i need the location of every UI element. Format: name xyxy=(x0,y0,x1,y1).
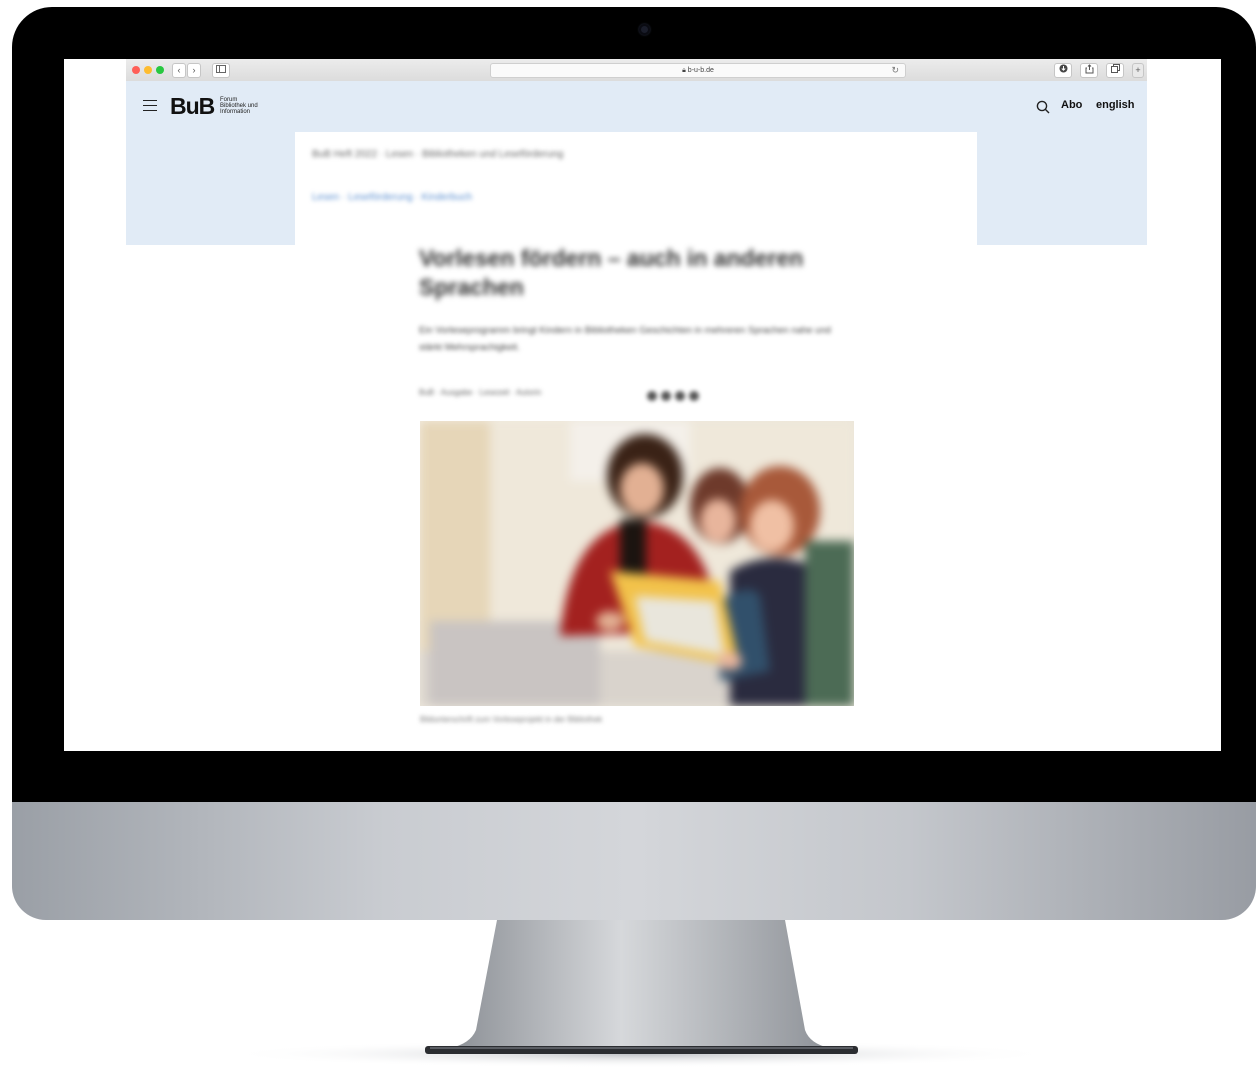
download-icon xyxy=(1059,64,1067,73)
tabs-button[interactable] xyxy=(1106,63,1124,78)
language-switch-link[interactable]: english xyxy=(1096,99,1135,111)
browser-toolbar: ‹ › 🔒︎ b-u-b.de ↻ + xyxy=(126,59,1147,82)
screen: ‹ › 🔒︎ b-u-b.de ↻ + BuB Forum Bibliothek… xyxy=(64,59,1221,751)
hero-photo xyxy=(420,421,854,706)
tabs-icon xyxy=(1110,64,1120,73)
article-lead: Ein Vorleseprogramm bringt Kindern in Bi… xyxy=(419,325,831,353)
logo-subtitle-line: Information xyxy=(220,109,251,115)
search-icon[interactable] xyxy=(1036,100,1050,114)
sidebar-icon xyxy=(216,65,226,73)
zoom-window-button[interactable] xyxy=(156,66,164,74)
share-icons[interactable] xyxy=(647,388,703,406)
back-button[interactable]: ‹ xyxy=(172,63,186,78)
breadcrumb[interactable]: BuB Heft 2022 · Lesen · Bibliotheken und… xyxy=(312,149,563,160)
article-title: Vorlesen fördern – auch in anderen Sprac… xyxy=(419,245,804,300)
monitor-chin xyxy=(12,802,1256,920)
logo-subtitle: Forum Bibliothek und Information xyxy=(220,97,258,115)
forward-button[interactable]: › xyxy=(187,63,201,78)
download-button[interactable] xyxy=(1054,63,1072,78)
menu-icon[interactable] xyxy=(143,100,157,112)
reload-icon[interactable]: ↻ xyxy=(891,64,899,77)
monitor-stand xyxy=(220,920,1060,1068)
url-text: b-u-b.de xyxy=(687,67,714,74)
nav-abo-link[interactable]: Abo xyxy=(1061,99,1082,111)
close-window-button[interactable] xyxy=(132,66,140,74)
article-tags[interactable]: Lesen · Leseförderung · Kinderbuch xyxy=(312,192,472,203)
article-meta: BuB · Ausgabe · Lesezeit · Autorin xyxy=(419,388,542,397)
camera-icon xyxy=(639,24,650,35)
share-button[interactable] xyxy=(1080,63,1098,78)
reading-photo-illustration xyxy=(420,421,854,706)
share-icon xyxy=(1085,64,1093,74)
minimize-window-button[interactable] xyxy=(144,66,152,74)
article-card: BuB Heft 2022 · Lesen · Bibliotheken und… xyxy=(295,132,977,751)
photo-caption: Bildunterschrift zum Vorleseprojekt in d… xyxy=(420,715,603,724)
sidebar-toggle-button[interactable] xyxy=(212,63,230,78)
new-tab-button[interactable]: + xyxy=(1132,63,1144,78)
site-logo[interactable]: BuB xyxy=(170,93,215,120)
address-bar[interactable]: 🔒︎ b-u-b.de ↻ xyxy=(490,63,906,78)
